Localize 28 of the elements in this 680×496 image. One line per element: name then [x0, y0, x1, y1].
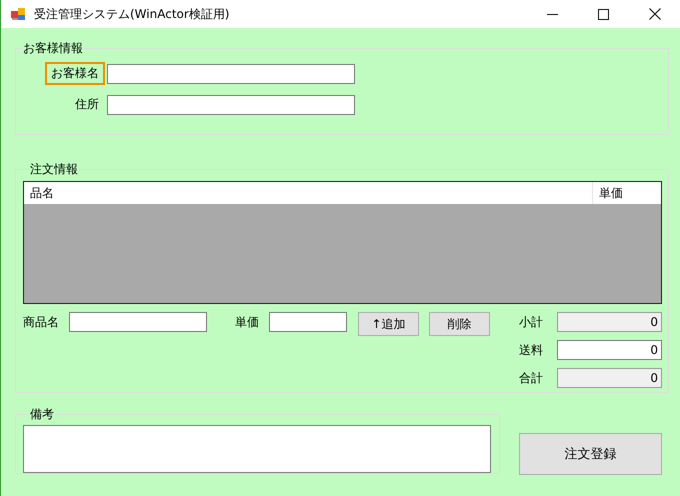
field-label: 商品名: [23, 314, 59, 331]
button[interactable]: 削除: [429, 312, 490, 336]
field-label: 住所: [74, 96, 100, 113]
list-view[interactable]: 品名 単価: [23, 181, 662, 304]
window-title: 受注管理システム(WinActor検証用): [34, 6, 230, 22]
app-icon: [10, 6, 26, 22]
field-label: 合計: [519, 370, 544, 386]
group-label: 注文情報: [29, 161, 79, 178]
number-field[interactable]: 0: [557, 368, 662, 388]
text-field[interactable]: [69, 312, 207, 332]
column-header[interactable]: 品名: [24, 182, 593, 204]
text-field[interactable]: [107, 94, 355, 114]
field-label: 小計: [519, 314, 544, 330]
maximize-icon[interactable]: [598, 8, 609, 20]
field-label: お客様名: [45, 62, 105, 85]
field-label: 送料: [519, 342, 544, 358]
number-field[interactable]: 0: [557, 312, 662, 332]
text-field[interactable]: [107, 64, 355, 84]
number-field[interactable]: 0: [557, 340, 662, 360]
submit-button[interactable]: 注文登録: [519, 433, 662, 475]
field-label: 単価: [235, 314, 259, 331]
close-icon[interactable]: [648, 8, 660, 20]
group-label: お客様情報: [22, 40, 84, 57]
notes-field[interactable]: [23, 425, 491, 473]
text-field[interactable]: [269, 312, 347, 332]
button[interactable]: ↑追加: [358, 312, 419, 336]
group-label: 備考: [29, 406, 55, 423]
column-header[interactable]: 単価: [593, 184, 661, 202]
